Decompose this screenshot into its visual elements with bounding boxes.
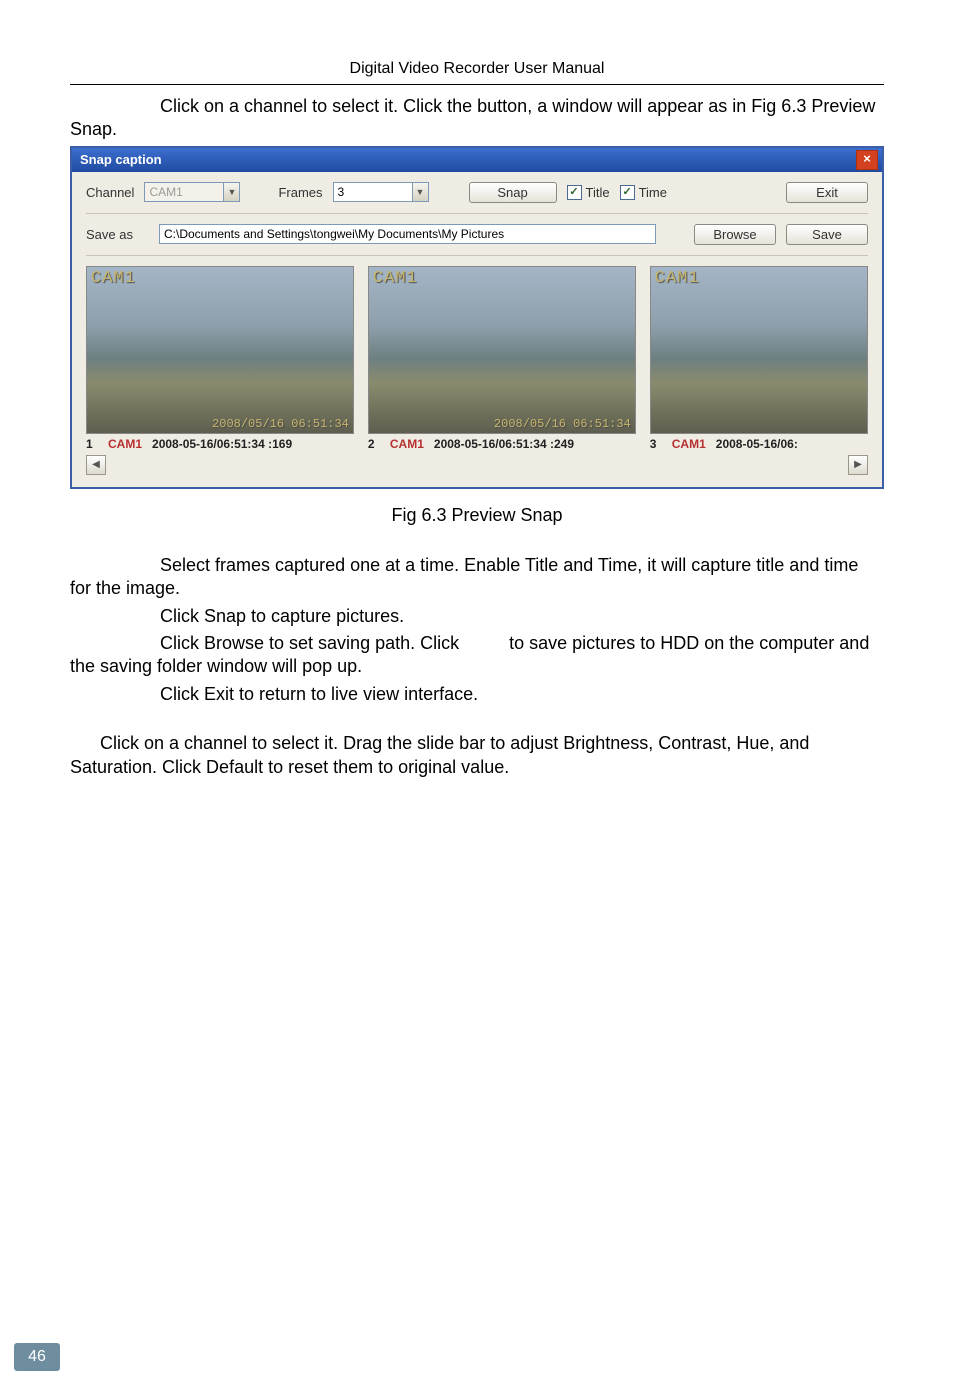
snap-button[interactable]: Snap [469, 182, 557, 203]
channel-dropdown[interactable]: ▼ [144, 182, 240, 202]
thumbnail-index: 3 [650, 437, 662, 451]
title-checkbox[interactable]: ✓ Title [567, 185, 610, 200]
frames-value[interactable] [333, 182, 413, 202]
saveas-label: Save as [86, 227, 133, 242]
close-icon[interactable]: × [856, 150, 878, 170]
checkbox-checked-icon: ✓ [567, 185, 582, 200]
saveas-path[interactable] [159, 224, 656, 244]
channel-value [144, 182, 224, 202]
thumbnail-cam: CAM1 [672, 437, 706, 451]
page-number: 46 [14, 1343, 60, 1371]
thumbnail-overlay-ts: 2008/05/16 06:51:34 [494, 417, 631, 431]
paragraph-4: Click Browse to set saving path. Click t… [70, 632, 884, 679]
paragraph-intro: Click on a channel to select it. Click t… [70, 95, 884, 142]
time-checkbox[interactable]: ✓ Time [620, 185, 667, 200]
title-checkbox-label: Title [586, 185, 610, 200]
paragraph-6: Click on a channel to select it. Drag th… [70, 732, 884, 779]
row-channel-frames: Channel ▼ Frames ▼ Snap ✓ Title [86, 182, 868, 203]
figure-caption: Fig 6.3 Preview Snap [70, 505, 884, 526]
scroll-right-icon[interactable]: ▶ [848, 455, 868, 475]
chevron-down-icon[interactable]: ▼ [413, 182, 429, 202]
scroll-left-icon[interactable]: ◀ [86, 455, 106, 475]
thumbnail-cam: CAM1 [390, 437, 424, 451]
channel-label: Channel [86, 185, 134, 200]
paragraph-4a: Click Browse to set saving path. Click [160, 633, 464, 653]
thumbnail-strip: CAM1 2008/05/16 06:51:34 1 CAM1 2008-05-… [86, 266, 868, 451]
thumbnail-index: 1 [86, 437, 98, 451]
thumbnail-2[interactable]: CAM1 2008/05/16 06:51:34 2 CAM1 2008-05-… [368, 266, 636, 451]
browse-button[interactable]: Browse [694, 224, 776, 245]
thumbnail-cam: CAM1 [108, 437, 142, 451]
paragraph-2: Select frames captured one at a time. En… [70, 554, 884, 601]
thumbnail-overlay-label: CAM1 [655, 269, 700, 288]
thumbnail-3[interactable]: CAM1 3 CAM1 2008-05-16/06: [650, 266, 868, 451]
thumbnail-1[interactable]: CAM1 2008/05/16 06:51:34 1 CAM1 2008-05-… [86, 266, 354, 451]
paragraph-5: Click Exit to return to live view interf… [70, 683, 884, 706]
row-saveas: Save as Browse Save [86, 224, 868, 245]
checkbox-checked-icon: ✓ [620, 185, 635, 200]
thumbnail-index: 2 [368, 437, 380, 451]
thumbnail-ts: 2008-05-16/06:51:34 :169 [152, 437, 292, 451]
page-header: Digital Video Recorder User Manual [70, 60, 884, 85]
thumbnail-ts: 2008-05-16/06: [716, 437, 798, 451]
dialog-titlebar: Snap caption × [72, 148, 882, 172]
frames-dropdown[interactable]: ▼ [333, 182, 429, 202]
dialog-title: Snap caption [80, 152, 162, 167]
save-button[interactable]: Save [786, 224, 868, 245]
thumbnail-ts: 2008-05-16/06:51:34 :249 [434, 437, 574, 451]
thumbnail-overlay-label: CAM1 [373, 269, 418, 288]
thumbnail-overlay-ts: 2008/05/16 06:51:34 [212, 417, 349, 431]
chevron-down-icon[interactable]: ▼ [224, 182, 240, 202]
time-checkbox-label: Time [639, 185, 667, 200]
thumbnail-overlay-label: CAM1 [91, 269, 136, 288]
paragraph-3: Click Snap to capture pictures. [70, 605, 884, 628]
exit-button[interactable]: Exit [786, 182, 868, 203]
snap-caption-dialog: Snap caption × Channel ▼ Frames ▼ Snap [70, 146, 884, 489]
frames-label: Frames [278, 185, 322, 200]
